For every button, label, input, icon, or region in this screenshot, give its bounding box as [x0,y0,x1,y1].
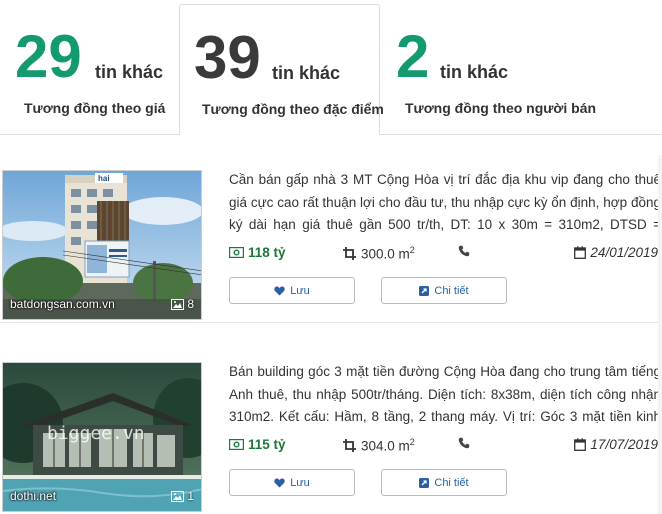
listing-phone[interactable] [458,245,470,260]
heart-icon [274,478,285,487]
save-button[interactable]: Lưu [229,277,355,304]
tab-unit: tin khác [272,63,341,83]
area-unit-sup: 2 [409,437,415,447]
listing-thumbnail[interactable]: biggee.vn dothi.net 1 [2,362,202,512]
detail-button-label: Chi tiết [434,284,469,297]
tab-count: 29 [15,23,82,90]
photo-count: 1 [171,489,194,503]
image-icon [171,490,185,502]
tab-unit: tin khác [95,62,164,82]
listing-thumbnail[interactable]: hai batdongsan.com.vn 8 [2,170,202,320]
photo-count: 8 [171,297,194,311]
crop-icon [343,438,356,452]
calendar-icon [574,438,587,451]
listing-item: biggee.vn dothi.net 1 Bán building góc 3… [0,346,662,514]
external-link-icon [419,477,430,488]
detail-button[interactable]: Chi tiết [381,277,507,304]
area-unit-sup: 2 [409,245,415,255]
detail-button[interactable]: Chi tiết [381,469,507,496]
listing-divider [0,322,662,323]
money-icon [229,439,244,450]
save-button-label: Lưu [290,284,310,297]
scrollbar[interactable] [658,155,662,514]
save-button-label: Lưu [290,476,310,489]
listing-date: 24/01/2019 [574,245,658,260]
tab-label: Tương đồng theo đặc điểm [202,101,384,117]
image-icon [171,298,185,310]
external-link-icon [419,285,430,296]
tab-label: Tương đồng theo người bán [405,100,597,116]
tab-label: Tương đồng theo giá [24,100,166,116]
tab-similar-by-features[interactable]: 39 tin khác Tương đồng theo đặc điểm [179,4,384,135]
phone-icon [458,437,470,449]
listing-source: batdongsan.com.vn [10,297,115,311]
detail-button-label: Chi tiết [434,476,469,489]
area-value: 304.0 m [361,438,410,454]
photo-count-value: 8 [187,297,194,311]
listing-area: 300.0 m2 [343,245,415,262]
image-watermark: biggee.vn [47,423,145,444]
money-icon [229,247,244,258]
tab-count: 2 [396,23,430,90]
svg-text:hai: hai [98,174,110,183]
date-value: 24/01/2019 [590,245,658,260]
listing-price: 115 tỷ [229,437,286,452]
photo-count-value: 1 [187,489,194,503]
listing-area: 304.0 m2 [343,437,415,454]
price-value: 118 tỷ [248,245,286,260]
date-value: 17/07/2019 [590,437,658,452]
listing-meta: 115 tỷ 304.0 m2 17/07/2019 [229,437,661,457]
listing-date: 17/07/2019 [574,437,658,452]
listing-description[interactable]: Cần bán gấp nhà 3 MT Cộng Hòa vị trí đắc… [229,169,661,237]
listing-description[interactable]: Bán building góc 3 mặt tiền đường Cộng H… [229,361,661,429]
price-value: 115 tỷ [248,437,286,452]
phone-icon [458,245,470,257]
listing-phone[interactable] [458,437,470,452]
calendar-icon [574,246,587,259]
listing-meta: 118 tỷ 300.0 m2 24/01/2019 [229,245,661,265]
area-value: 300.0 m [361,246,410,262]
tab-unit: tin khác [440,62,509,82]
save-button[interactable]: Lưu [229,469,355,496]
heart-icon [274,286,285,295]
crop-icon [343,246,356,260]
similar-listings-tabs: 29 tin khác Tương đồng theo giá 39 tin k… [0,0,662,135]
tab-similar-by-price[interactable]: 29 tin khác Tương đồng theo giá [0,0,179,135]
listing-price: 118 tỷ [229,245,286,260]
tab-similar-by-seller[interactable]: 2 tin khác Tương đồng theo người bán [380,0,662,135]
listing-item: hai batdongsan.com.vn 8 Cần bán gấp nhà … [0,154,662,344]
listing-source: dothi.net [10,489,57,503]
tab-count: 39 [194,24,261,91]
